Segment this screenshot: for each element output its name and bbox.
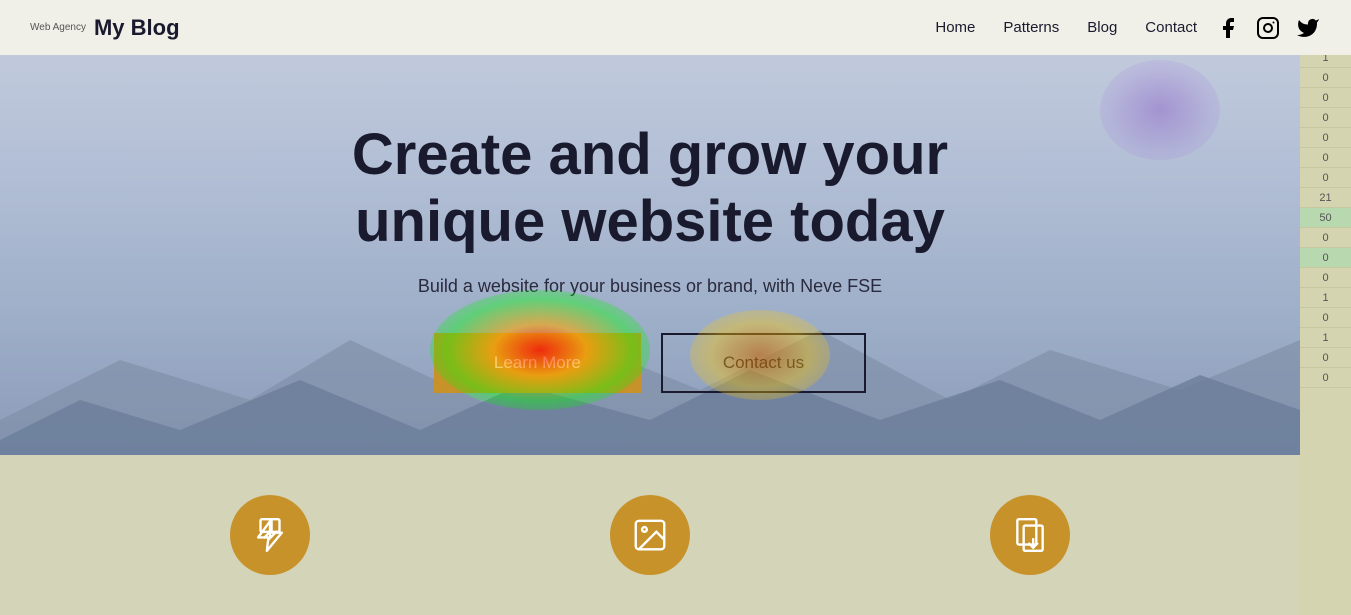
sidebar-row-15: 0 [1300, 308, 1351, 328]
feature-bolt-icon[interactable] [230, 495, 310, 575]
image-svg [631, 516, 669, 554]
hero-content: Create and grow your unique website toda… [300, 122, 1000, 392]
twitter-icon[interactable] [1295, 15, 1321, 41]
nav-contact[interactable]: Contact [1145, 19, 1197, 36]
sidebar-row-9: 21 [1300, 188, 1351, 208]
sidebar-row-7: 0 [1300, 148, 1351, 168]
learn-more-button[interactable]: Learn More [434, 333, 641, 393]
social-icons [1215, 15, 1321, 41]
brand-agency-label: Web Agency [30, 22, 86, 33]
sidebar-row-5: 0 [1300, 108, 1351, 128]
sidebar-row-8: 0 [1300, 168, 1351, 188]
sidebar-row-11: 0 [1300, 228, 1351, 248]
nav-blog[interactable]: Blog [1087, 19, 1117, 36]
hero-section: Create and grow your unique website toda… [0, 0, 1300, 460]
sidebar-row-16: 1 [1300, 328, 1351, 348]
sidebar-row-13: 0 [1300, 268, 1351, 288]
right-sidebar: 0 0 1 0 0 0 0 0 0 21 50 0 0 0 1 0 1 0 0 [1300, 0, 1351, 615]
bolt-svg [251, 516, 289, 554]
facebook-icon[interactable] [1215, 15, 1241, 41]
nav-home[interactable]: Home [935, 19, 975, 36]
feature-image-icon[interactable] [610, 495, 690, 575]
contact-us-button[interactable]: Contact us [661, 333, 866, 393]
nav-patterns[interactable]: Patterns [1003, 19, 1059, 36]
sidebar-row-3: 0 [1300, 68, 1351, 88]
hero-subtitle: Build a website for your business or bra… [300, 276, 1000, 297]
brand-title: My Blog [94, 15, 180, 41]
sidebar-row-18: 0 [1300, 368, 1351, 388]
main-nav: Home Patterns Blog Contact [935, 19, 1197, 36]
feature-download-icon[interactable] [990, 495, 1070, 575]
sidebar-row-10: 50 [1300, 208, 1351, 228]
sidebar-row-12: 0 [1300, 248, 1351, 268]
site-header: Web Agency My Blog Home Patterns Blog Co… [0, 0, 1351, 55]
instagram-icon[interactable] [1255, 15, 1281, 41]
features-section [0, 455, 1300, 615]
hero-buttons: Learn More Contact us [300, 333, 1000, 393]
sidebar-row-17: 0 [1300, 348, 1351, 368]
download-svg [1011, 516, 1049, 554]
sidebar-row-4: 0 [1300, 88, 1351, 108]
sidebar-row-6: 0 [1300, 128, 1351, 148]
hero-title: Create and grow your unique website toda… [300, 122, 1000, 255]
sidebar-row-14: 1 [1300, 288, 1351, 308]
